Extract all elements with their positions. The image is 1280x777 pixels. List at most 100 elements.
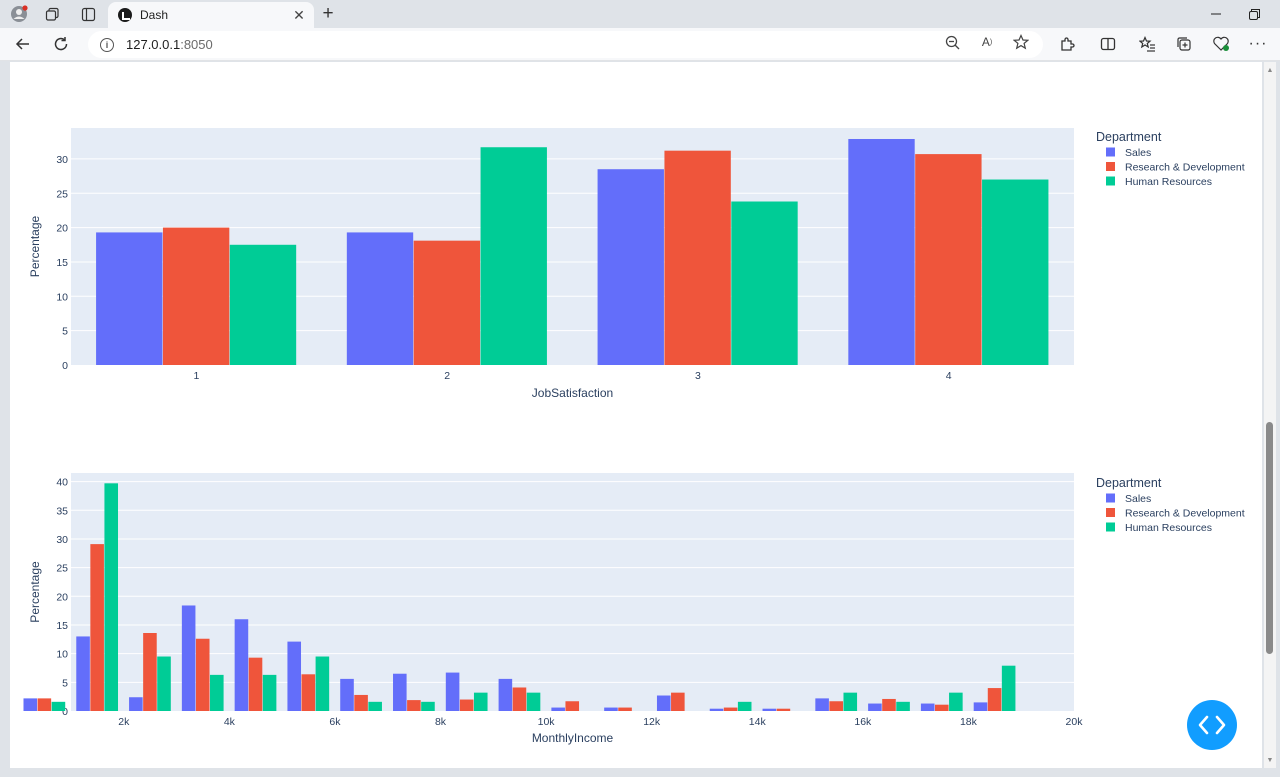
- code-brackets-icon: [1198, 715, 1226, 735]
- x-tick-label: 12k: [643, 716, 661, 728]
- site-info-icon[interactable]: i: [100, 37, 114, 52]
- bar: [604, 707, 618, 711]
- page-scrollbar[interactable]: ▲ ▼: [1264, 62, 1276, 768]
- legend-item: Research & Development: [1125, 508, 1245, 520]
- bar: [413, 240, 481, 365]
- url-port: :8050: [180, 37, 213, 52]
- bar: [1001, 665, 1016, 711]
- x-tick-label: 4: [946, 370, 952, 382]
- bar: [480, 147, 547, 365]
- extensions-icon[interactable]: [1055, 33, 1079, 55]
- url-field[interactable]: i 127.0.0.1:8050: [88, 31, 1043, 58]
- read-aloud-icon[interactable]: A): [976, 31, 998, 53]
- bar: [882, 698, 896, 711]
- bar: [512, 687, 527, 711]
- bar: [407, 700, 421, 711]
- profile-avatar-icon[interactable]: [9, 4, 29, 24]
- scroll-down-arrow-icon[interactable]: ▼: [1266, 756, 1274, 764]
- more-options-icon[interactable]: ···: [1246, 33, 1270, 55]
- x-tick-label: 20k: [1066, 716, 1084, 728]
- bar: [982, 179, 1049, 365]
- x-tick-label: 8k: [435, 716, 447, 728]
- bar: [915, 154, 982, 365]
- bar: [762, 708, 777, 711]
- bar: [987, 688, 1002, 711]
- x-tick-label: 2: [444, 370, 450, 382]
- minimize-icon[interactable]: [1203, 4, 1229, 24]
- bar: [315, 656, 330, 711]
- restore-icon[interactable]: [1241, 4, 1267, 24]
- legend-swatch: [1106, 162, 1115, 171]
- y-axis-title: Percentage: [28, 215, 42, 277]
- workspaces-icon[interactable]: [42, 4, 62, 24]
- address-toolbar: i 127.0.0.1:8050 A) ···: [0, 28, 1280, 61]
- x-tick-label: 18k: [960, 716, 978, 728]
- bar: [301, 674, 316, 711]
- bar: [195, 638, 210, 711]
- scrollbar-thumb[interactable]: [1266, 422, 1273, 654]
- favorite-star-icon[interactable]: [1010, 31, 1032, 53]
- dash-favicon-icon: [118, 8, 132, 22]
- x-axis-title: JobSatisfaction: [532, 386, 613, 400]
- legend-item: Sales: [1125, 493, 1151, 505]
- bar: [896, 701, 910, 711]
- legend-swatch: [1106, 176, 1115, 186]
- bar: [731, 201, 798, 365]
- dash-devtools-button[interactable]: [1187, 700, 1237, 750]
- x-axis-title: MonthlyIncome: [532, 731, 614, 745]
- bar: [565, 701, 580, 711]
- bar: [90, 544, 104, 711]
- bar: [723, 707, 738, 711]
- bar: [445, 672, 460, 711]
- favorites-list-icon[interactable]: [1135, 33, 1159, 55]
- bar: [210, 674, 224, 711]
- bar: [597, 169, 664, 365]
- x-tick-label: 3: [695, 370, 701, 382]
- y-tick-label: 20: [56, 591, 68, 603]
- y-tick-label: 5: [62, 677, 68, 689]
- y-tick-label: 10: [56, 291, 68, 303]
- bar: [262, 674, 277, 711]
- tab-dash[interactable]: Dash ✕: [108, 2, 314, 28]
- legend-swatch: [1106, 493, 1115, 503]
- y-tick-label: 20: [56, 223, 68, 235]
- y-tick-label: 25: [56, 188, 68, 200]
- bar: [848, 138, 915, 365]
- close-tab-icon[interactable]: ✕: [290, 7, 308, 24]
- bar: [815, 698, 829, 711]
- back-arrow-icon[interactable]: [11, 33, 35, 55]
- bar: [96, 232, 163, 365]
- bar: [143, 633, 157, 711]
- x-tick-label: 10k: [538, 716, 556, 728]
- bar: [526, 692, 541, 711]
- bar: [421, 701, 435, 711]
- bar: [498, 678, 513, 711]
- bar: [181, 605, 196, 711]
- x-tick-label: 6k: [329, 716, 341, 728]
- tab-strip: Dash ✕ +: [0, 0, 1280, 28]
- legend-item: Sales: [1125, 147, 1151, 159]
- browser-essentials-icon[interactable]: [1209, 33, 1233, 55]
- legend-swatch: [1106, 508, 1115, 517]
- scroll-up-arrow-icon[interactable]: ▲: [1266, 66, 1274, 74]
- legend-title: Department: [1096, 476, 1162, 490]
- bar: [829, 701, 843, 711]
- new-tab-icon[interactable]: +: [318, 3, 338, 24]
- reload-icon[interactable]: [49, 33, 73, 55]
- zoom-out-icon[interactable]: [941, 31, 963, 53]
- vertical-tabs-icon[interactable]: [78, 4, 98, 24]
- bar: [129, 697, 143, 711]
- legend-item: Human Resources: [1125, 522, 1212, 534]
- split-screen-icon[interactable]: [1096, 33, 1120, 55]
- bar: [656, 695, 671, 711]
- y-axis-title: Percentage: [28, 561, 42, 623]
- bar: [920, 703, 935, 711]
- legend-item: Research & Development: [1125, 162, 1245, 174]
- tab-title: Dash: [140, 8, 169, 22]
- collections-icon[interactable]: [1172, 33, 1196, 55]
- bar: [248, 657, 263, 711]
- bar: [551, 707, 565, 711]
- bar: [934, 704, 949, 711]
- bar: [354, 694, 368, 711]
- bar: [393, 673, 407, 711]
